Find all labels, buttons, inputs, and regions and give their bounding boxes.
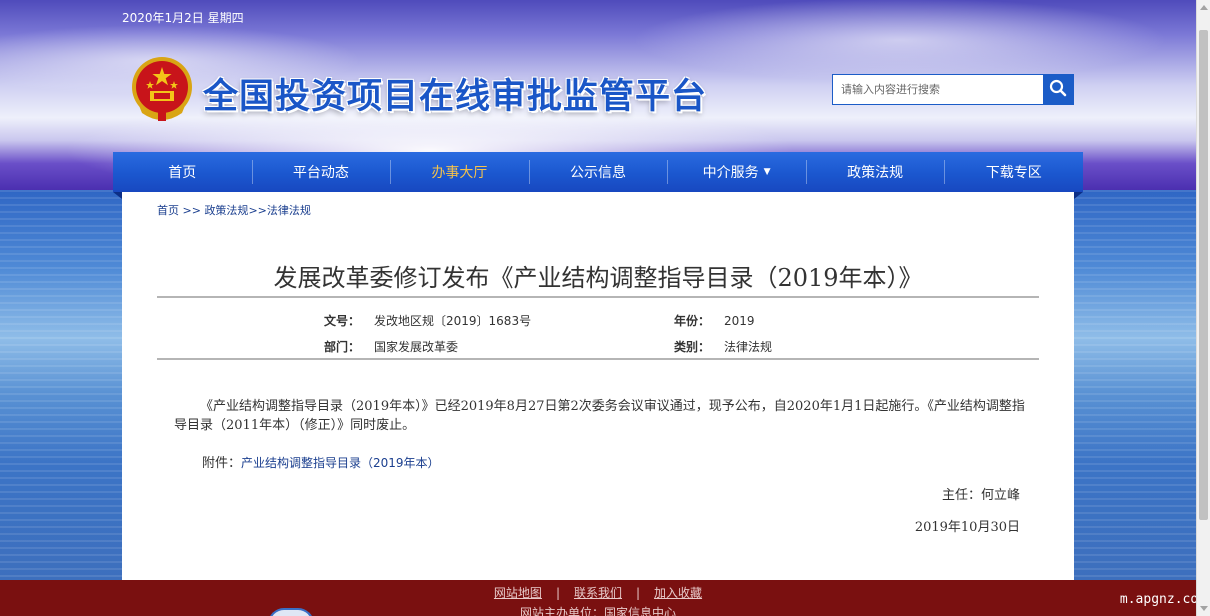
current-date: 2020年1月2日 星期四 bbox=[122, 11, 244, 25]
breadcrumb-separator: >> bbox=[248, 204, 267, 217]
footer-link-contact[interactable]: 联系我们 bbox=[574, 586, 622, 600]
breadcrumb: 首页 >> 政策法规>>法律法规 bbox=[157, 202, 311, 218]
signer: 主任：何立峰 bbox=[941, 488, 1020, 503]
meta-label: 年份： bbox=[673, 314, 710, 328]
meta-category: 类别： 法律法规 bbox=[662, 338, 772, 355]
search-input[interactable] bbox=[833, 75, 1043, 104]
meta-value: 2019 bbox=[724, 314, 755, 328]
footer-separator: | bbox=[636, 586, 641, 600]
scroll-thumb[interactable] bbox=[1199, 30, 1208, 520]
breadcrumb-policies[interactable]: 政策法规 bbox=[204, 204, 248, 217]
meta-label: 部门： bbox=[323, 340, 360, 354]
site-title: 全国投资项目在线审批监管平台 bbox=[203, 77, 708, 117]
article-body: 《产业结构调整指导目录（2019年本）》已经2019年8月27日第2次委务会议审… bbox=[174, 399, 1025, 433]
watermark: m.apgnz.com bbox=[1119, 592, 1206, 607]
nav-item-service-hall[interactable]: 办事大厅 bbox=[390, 152, 529, 192]
meta-department: 部门： 国家发展改革委 bbox=[312, 338, 458, 355]
nav-fold-left bbox=[113, 192, 122, 199]
meta-value: 法律法规 bbox=[724, 340, 773, 354]
article-title: 发展改革委修订发布《产业结构调整指导目录（2019年本）》 bbox=[273, 264, 923, 292]
meta-value: 国家发展改革委 bbox=[374, 340, 459, 354]
footer-separator: | bbox=[555, 586, 560, 600]
meta-year: 年份： 2019 bbox=[662, 312, 755, 329]
nav-fold-right bbox=[1074, 192, 1083, 199]
footer-link-sitemap[interactable]: 网站地图 bbox=[494, 586, 542, 600]
caret-down-icon: ▼ bbox=[763, 167, 771, 177]
footer-links: 网站地图 | 联系我们 | 加入收藏 bbox=[0, 584, 1196, 601]
nav-item-platform-news[interactable]: 平台动态 bbox=[251, 152, 391, 192]
title-divider bbox=[157, 296, 1039, 298]
nav-item-policies[interactable]: 政策法规 bbox=[805, 152, 945, 192]
breadcrumb-laws[interactable]: 法律法规 bbox=[267, 204, 311, 217]
nav-item-public-info[interactable]: 公示信息 bbox=[528, 152, 668, 192]
scroll-up-icon[interactable] bbox=[1200, 5, 1208, 10]
search-box bbox=[832, 74, 1074, 105]
scroll-down-icon[interactable] bbox=[1200, 606, 1208, 611]
footer-organizer: 网站主办单位：国家信息中心 bbox=[519, 606, 676, 616]
search-button[interactable] bbox=[1043, 75, 1073, 104]
attachment-link[interactable]: 产业结构调整指导目录（2019年本） bbox=[241, 456, 440, 470]
meta-value: 发改地区规〔2019〕1683号 bbox=[374, 314, 532, 328]
meta-divider bbox=[157, 358, 1039, 360]
breadcrumb-separator: >> bbox=[179, 204, 205, 217]
breadcrumb-home[interactable]: 首页 bbox=[157, 204, 179, 217]
attachment-line: 附件：产业结构调整指导目录（2019年本） bbox=[202, 452, 440, 471]
sign-date: 2019年10月30日 bbox=[914, 520, 1020, 535]
nav-item-downloads[interactable]: 下载专区 bbox=[944, 152, 1083, 192]
national-emblem-icon bbox=[130, 55, 194, 123]
vertical-scrollbar[interactable] bbox=[1196, 0, 1210, 616]
meta-doc-number: 文号： 发改地区规〔2019〕1683号 bbox=[312, 312, 531, 329]
meta-label: 类别： bbox=[673, 340, 710, 354]
footer: 网站地图 | 联系我们 | 加入收藏 网站主办单位：国家信息中心 bbox=[0, 580, 1196, 616]
attachment-label: 附件： bbox=[202, 456, 242, 471]
footer-link-bookmark[interactable]: 加入收藏 bbox=[654, 586, 702, 600]
main-nav: 首页 平台动态 办事大厅 公示信息 中介服务 ▼ 政策法规 下载专区 bbox=[113, 152, 1083, 192]
meta-label: 文号： bbox=[323, 314, 360, 328]
search-icon bbox=[1049, 79, 1067, 100]
nav-item-agency-services[interactable]: 中介服务 ▼ bbox=[667, 152, 806, 192]
nav-item-agency-services-label: 中介服务 bbox=[702, 165, 759, 181]
content-panel: 首页 >> 政策法规>>法律法规 发展改革委修订发布《产业结构调整指导目录（20… bbox=[122, 192, 1074, 580]
nav-item-home[interactable]: 首页 bbox=[113, 152, 252, 192]
